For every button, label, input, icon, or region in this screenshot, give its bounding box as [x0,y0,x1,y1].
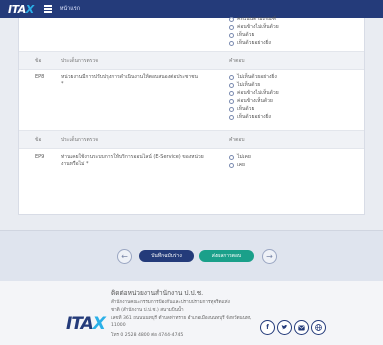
ep8-option-4[interactable]: ค่อนข้างเห็นด้วย [229,98,273,105]
header-answer: คำตอบ [229,137,245,143]
prev-option-2[interactable]: ค่อนข้างไม่เห็นด้วย [229,24,279,31]
radio-icon [229,155,234,160]
logo-text: ITA [8,2,26,16]
ita-logo[interactable]: ITAX [8,3,34,16]
option-label: ไม่เคย [237,154,251,160]
footer-title: ติดต่อหน่วยงานสำนักงาน ป.ป.ช. [111,289,204,297]
arrow-left-icon: ← [121,252,128,261]
option-label: เห็นด้วยอย่างยิ่ง [237,40,271,46]
mail-icon[interactable] [294,320,309,335]
header-question: ประเด็นการตรวจ [61,137,99,143]
menu-icon[interactable] [43,5,52,13]
radio-icon [229,25,234,30]
radio-icon [229,91,234,96]
table-header: ข้อ ประเด็นการตรวจ คำตอบ [19,130,364,149]
footer-address-line: 11000 [111,323,126,328]
radio-icon [229,107,234,112]
header-id: ข้อ [35,137,42,143]
option-label: เห็นด้วยอย่างยิ่ง [237,114,271,120]
header-id: ข้อ [35,58,42,64]
facebook-icon[interactable]: f [260,320,275,335]
table-header: ข้อ ประเด็นการตรวจ คำตอบ [19,51,364,70]
radio-icon [229,99,234,104]
option-label: คะแนนตามเกณฑ์ [237,16,276,22]
option-label: ค่อนข้างไม่เห็นด้วย [237,90,279,96]
footer-logo-x: X [92,314,106,334]
option-label: เคย [237,162,245,168]
footer-phone: โทร 0 2528 4800 ต่อ 4744-4745 [111,333,184,338]
ep8-option-1[interactable]: ไม่เห็นด้วยอย่างยิ่ง [229,74,277,81]
prev-option-4[interactable]: เห็นด้วยอย่างยิ่ง [229,40,271,47]
twitter-glyph [281,324,288,330]
footer: ITAX ติดต่อหน่วยงานสำนักงาน ป.ป.ช. สำนัก… [0,281,383,345]
question-line: หน่วยงานมีการปรับปรุงการดำเนินงานให้ตอบส… [61,74,198,80]
arrow-right-icon: → [266,252,273,261]
footer-address-line: เลขที่ 361 ถนนนนทบุรี ตำบลท่าทราย อำเภอเ… [111,316,251,321]
option-label: ค่อนข้างไม่เห็นด้วย [237,24,279,30]
next-page-button[interactable]: → [262,249,277,264]
option-label: ไม่เห็นด้วยอย่างยิ่ง [237,74,277,80]
nav-home-link[interactable]: หน้าแรก [60,5,80,13]
radio-icon [229,75,234,80]
ep9-option-1[interactable]: ไม่เคย [229,154,251,161]
option-label: ไม่เห็นด้วย [237,82,261,88]
radio-icon [229,83,234,88]
ep8-option-6[interactable]: เห็นด้วยอย่างยิ่ง [229,114,271,121]
footer-logo-text: ITA [66,314,94,334]
facebook-glyph: f [266,324,269,331]
footer-address-line: สำนักงานคณะกรรมการป้องกันและปราบปรามการท… [111,300,230,305]
radio-icon [229,33,234,38]
globe-glyph [315,324,322,331]
option-label: ค่อนข้างเห็นด้วย [237,98,273,104]
web-icon[interactable] [311,320,326,335]
radio-icon [229,163,234,168]
submit-button[interactable]: ส่งผลการตอบ [199,250,254,262]
question-text: ท่านเคยใช้งานระบบการให้บริการออนไลน์ (E-… [61,154,221,168]
question-id: EP8 [35,74,45,80]
prev-page-button[interactable]: ← [117,249,132,264]
radio-icon [229,115,234,120]
prev-option-1[interactable]: คะแนนตามเกณฑ์ [229,16,276,23]
header-question: ประเด็นการตรวจ [61,58,99,64]
question-line: งานหรือไม่ * [61,161,89,167]
option-label: เห็นด้วย [237,106,255,112]
radio-icon [229,17,234,22]
top-bar: ITAX หน้าแรก [0,0,383,18]
ep8-option-3[interactable]: ค่อนข้างไม่เห็นด้วย [229,90,279,97]
question-line: ท่านเคยใช้งานระบบการให้บริการออนไลน์ (E-… [61,154,204,160]
footer-address-line: ชาติ (สำนักงาน ป.ป.ช.) สนามบินน้ำ [111,308,184,313]
question-text: หน่วยงานมีการปรับปรุงการดำเนินงานให้ตอบส… [61,74,221,88]
twitter-icon[interactable] [277,320,292,335]
ep8-option-5[interactable]: เห็นด้วย [229,106,254,113]
footer-logo: ITAX [66,314,106,334]
question-line: * [61,81,64,87]
survey-card: คะแนนตามเกณฑ์ ค่อนข้างไม่เห็นด้วย เห็นด้… [18,16,365,215]
ep8-option-2[interactable]: ไม่เห็นด้วย [229,82,260,89]
envelope-glyph [298,325,305,330]
option-label: เห็นด้วย [237,32,255,38]
logo-x: X [25,2,34,16]
save-draft-button[interactable]: บันทึกฉบับร่าง [139,250,194,262]
pagination-bar: ← บันทึกฉบับร่าง ส่งผลการตอบ → [0,230,383,282]
ep9-option-2[interactable]: เคย [229,162,245,169]
prev-option-3[interactable]: เห็นด้วย [229,32,254,39]
radio-icon [229,41,234,46]
question-id: EP9 [35,154,45,160]
header-answer: คำตอบ [229,58,245,64]
